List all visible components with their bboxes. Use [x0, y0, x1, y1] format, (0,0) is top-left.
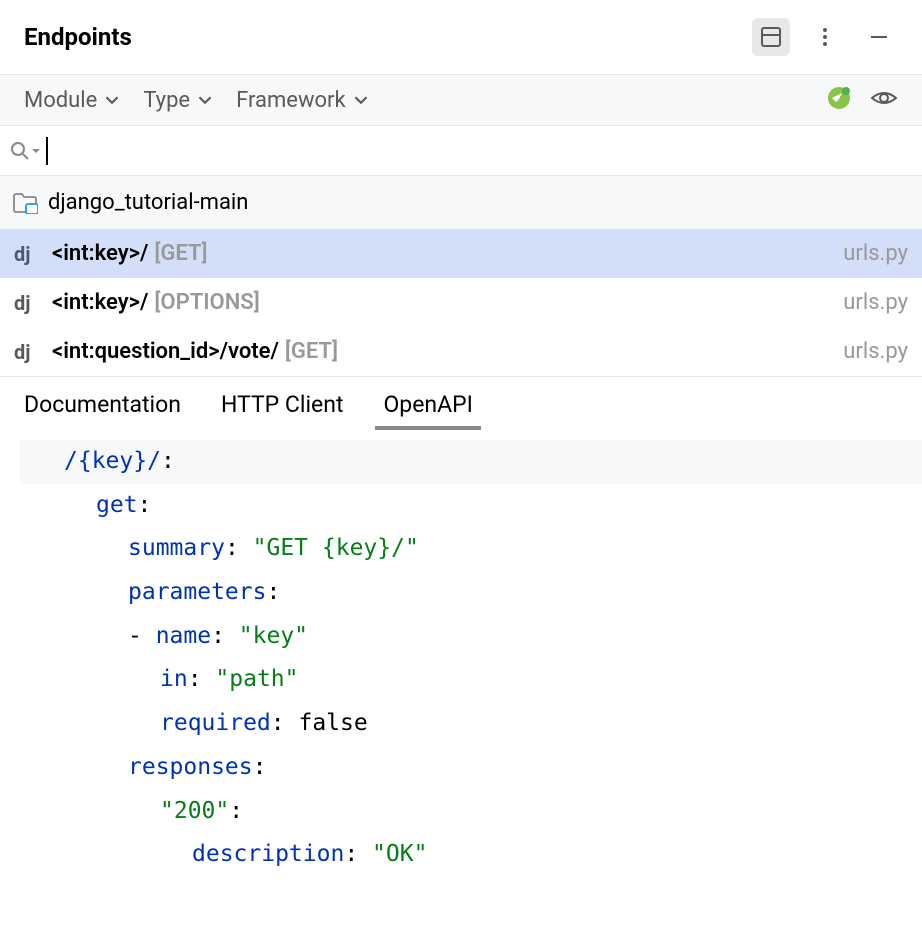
framework-filter[interactable]: Framework: [236, 88, 368, 113]
yaml-summary-key: summary: [128, 535, 225, 561]
endpoint-path: <int:key>/: [52, 241, 148, 266]
search-icon[interactable]: [10, 141, 40, 161]
panel-layout-icon[interactable]: [752, 18, 790, 56]
endpoint-method: [OPTIONS]: [154, 290, 259, 315]
endpoint-file: urls.py: [843, 241, 908, 266]
yaml-in-key: in: [160, 666, 188, 692]
yaml-description-key: description: [192, 841, 344, 867]
yaml-name-value: "key": [239, 623, 308, 649]
project-name: django_tutorial-main: [48, 190, 248, 215]
endpoint-file: urls.py: [843, 339, 908, 364]
status-indicator-icon[interactable]: [826, 85, 852, 115]
endpoint-method: [GET]: [154, 241, 207, 266]
yaml-required-key: required: [160, 710, 271, 736]
module-filter[interactable]: Module: [24, 88, 119, 113]
chevron-down-icon: [354, 93, 368, 107]
yaml-in-value: "path": [215, 666, 298, 692]
yaml-description-value: "OK": [372, 841, 427, 867]
yaml-method: get: [96, 492, 138, 518]
endpoint-path: <int:key>/: [52, 290, 148, 315]
folder-icon: [12, 192, 38, 214]
endpoint-row[interactable]: dj <int:key>/ [OPTIONS] urls.py: [0, 278, 922, 327]
django-icon: dj: [14, 340, 40, 364]
chevron-down-icon: [198, 93, 212, 107]
yaml-summary-value: "GET {key}/": [253, 535, 419, 561]
endpoint-row[interactable]: dj <int:key>/ [GET] urls.py: [0, 229, 922, 278]
yaml-parameters-key: parameters: [128, 579, 266, 605]
yaml-responses-key: responses: [128, 754, 253, 780]
page-title: Endpoints: [24, 23, 132, 51]
type-filter[interactable]: Type: [143, 88, 212, 113]
more-options-icon[interactable]: [806, 18, 844, 56]
minimize-icon[interactable]: [860, 18, 898, 56]
yaml-path: /{key}/: [64, 448, 161, 474]
search-input[interactable]: [48, 139, 912, 162]
visibility-icon[interactable]: [870, 88, 898, 112]
yaml-required-value: false: [298, 710, 367, 736]
chevron-down-icon: [105, 93, 119, 107]
endpoint-file: urls.py: [843, 290, 908, 315]
endpoint-method: [GET]: [285, 339, 338, 364]
django-icon: dj: [14, 242, 40, 266]
yaml-200-key: "200": [160, 798, 229, 824]
tab-openapi[interactable]: OpenAPI: [383, 391, 472, 430]
yaml-name-key: name: [156, 623, 211, 649]
tab-http-client[interactable]: HTTP Client: [221, 391, 344, 430]
django-icon: dj: [14, 291, 40, 315]
endpoint-row[interactable]: dj <int:question_id>/vote/ [GET] urls.py: [0, 327, 922, 376]
endpoint-path: <int:question_id>/vote/: [52, 339, 279, 364]
project-folder-row[interactable]: django_tutorial-main: [0, 176, 922, 229]
tab-documentation[interactable]: Documentation: [24, 391, 181, 430]
